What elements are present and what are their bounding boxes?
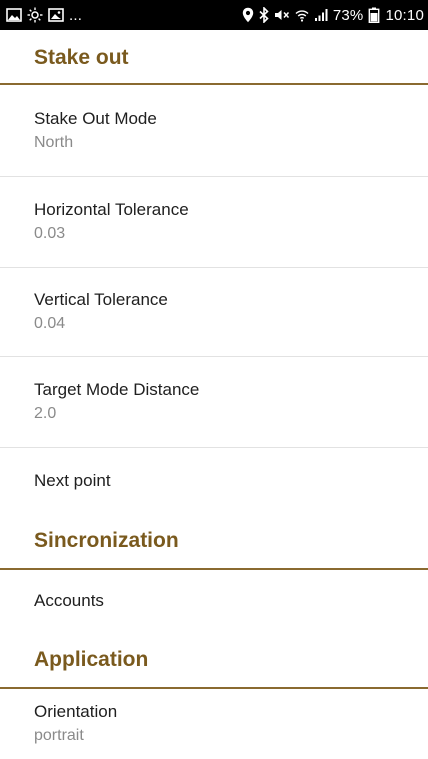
pref-summary: 0.03 [34,225,66,242]
pref-summary: 0.04 [34,315,66,332]
pref-orientation[interactable]: Orientation portrait [0,689,428,759]
pref-summary: 2.0 [34,405,57,422]
location-icon [242,7,254,23]
status-bar: ... 73% 10:10 [0,0,428,30]
signal-icon [314,8,328,22]
pref-title: Stake Out Mode [34,108,157,128]
gallery-icon [48,8,64,22]
pref-next-point[interactable]: Next point [0,448,428,513]
pref-summary: North [34,133,74,151]
pref-title: Target Mode Distance [34,380,200,399]
mute-icon [274,8,290,22]
pref-summary: portrait [34,727,84,744]
pref-accounts[interactable]: Accounts [0,570,428,632]
battery-percent: 73% [332,6,364,24]
wifi-icon [295,9,309,22]
bluetooth-icon [259,7,269,23]
pref-title: Horizontal Tolerance [34,200,189,219]
pref-title: Vertical Tolerance [34,290,168,309]
clock: 10:10 [385,6,424,24]
section-header-sincronization: Sincronization [0,513,428,570]
pref-stake-out-mode[interactable]: Stake Out Mode North [0,85,428,177]
battery-icon [368,7,380,23]
notification-area: ... [6,7,82,24]
section-header-stake-out: Stake out [0,30,428,85]
overflow-text: ... [69,6,83,24]
pref-title: Next point [34,470,111,490]
pref-title: Accounts [34,591,104,610]
pref-title: Orientation [34,702,118,721]
system-area: 73% 10:10 [242,7,424,24]
pref-horizontal-tolerance[interactable]: Horizontal Tolerance 0.03 [0,177,428,268]
image-icon [6,8,22,22]
pref-target-mode-distance[interactable]: Target Mode Distance 2.0 [0,357,428,448]
pref-vertical-tolerance[interactable]: Vertical Tolerance 0.04 [0,268,428,357]
section-header-application: Application [0,632,428,689]
brightness-icon [27,7,43,23]
